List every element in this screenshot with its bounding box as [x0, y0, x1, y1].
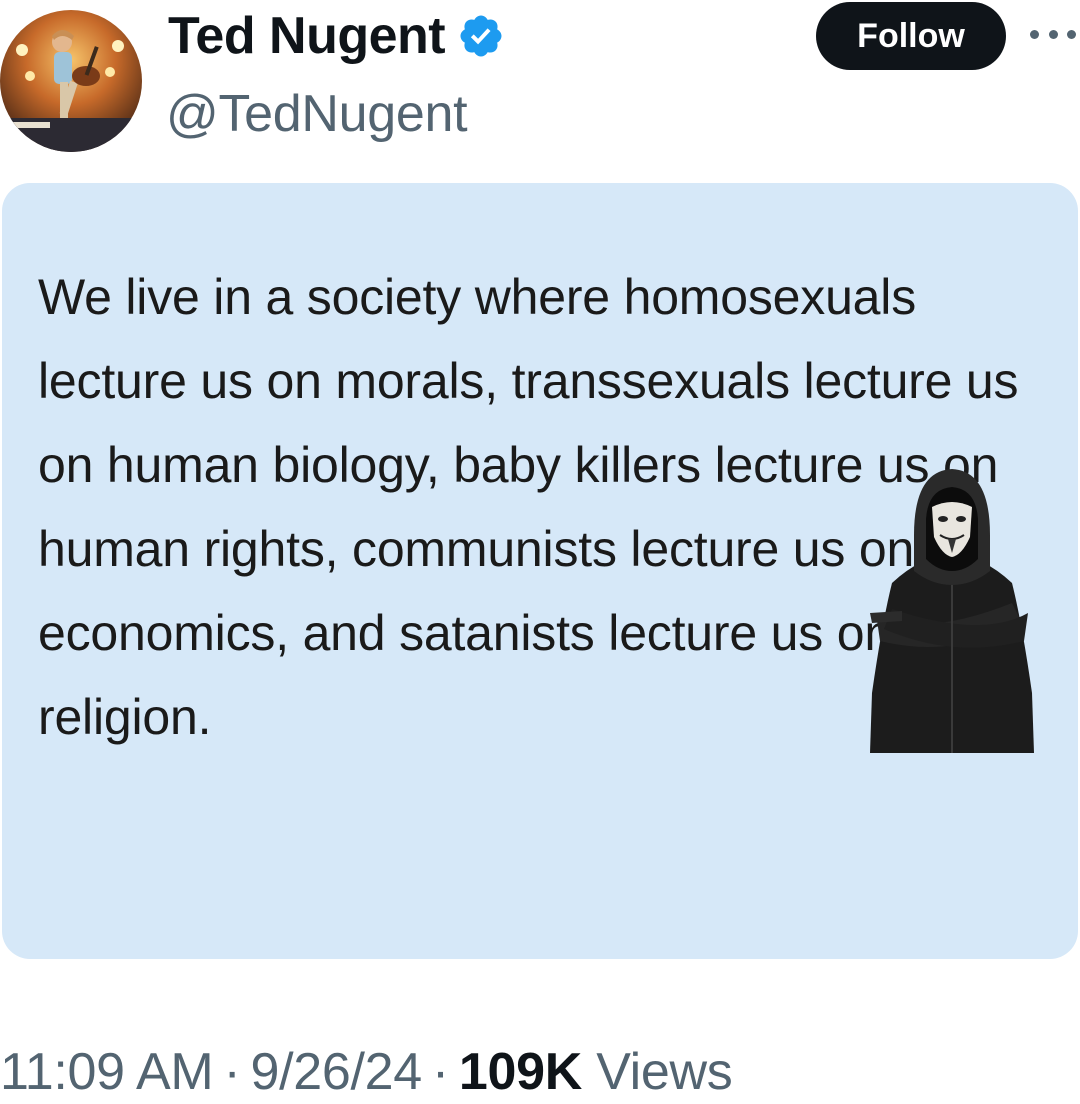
author-handle[interactable]: @TedNugent — [166, 84, 468, 144]
verified-badge-icon — [460, 15, 502, 57]
tweet-meta: 11:09 AM · 9/26/24 · 109K Views — [0, 1042, 733, 1102]
views-count: 109K — [458, 1043, 583, 1101]
avatar-image — [0, 10, 142, 152]
tweet-page: Ted Nugent @TedNugent Follow We live in … — [0, 0, 1080, 1104]
hooded-figure-image — [870, 469, 1034, 753]
tweet-date[interactable]: 9/26/24 — [250, 1043, 422, 1101]
author-display-name: Ted Nugent — [168, 7, 446, 65]
more-dot — [1067, 29, 1076, 39]
follow-button[interactable]: Follow — [816, 2, 1006, 70]
more-options-icon[interactable] — [1030, 22, 1076, 46]
tweet-time[interactable]: 11:09 AM — [0, 1043, 214, 1101]
meta-separator: · — [223, 1043, 241, 1101]
more-dot — [1030, 29, 1039, 39]
more-dot — [1048, 29, 1058, 39]
views-label: Views — [596, 1043, 733, 1101]
avatar[interactable] — [0, 10, 142, 152]
meta-separator: · — [431, 1043, 449, 1101]
author-name-row[interactable]: Ted Nugent — [168, 6, 505, 66]
tweet-media-image[interactable]: We live in a society where homosexuals l… — [2, 183, 1078, 959]
